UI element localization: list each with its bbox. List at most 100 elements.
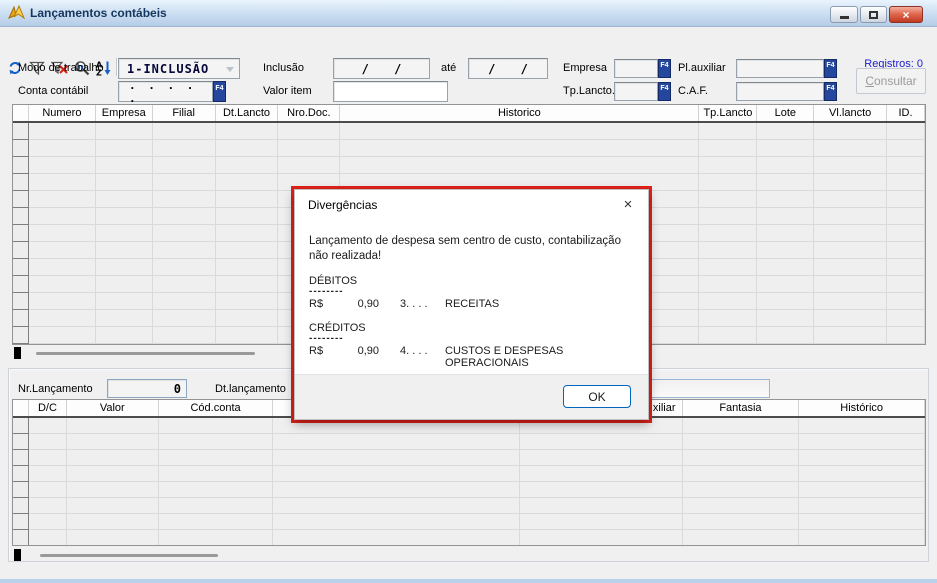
table-cell (153, 293, 216, 310)
caf-field[interactable] (736, 82, 824, 101)
table-row[interactable] (13, 140, 925, 157)
col-filial[interactable]: Filial (153, 105, 216, 121)
valor-item-field[interactable] (333, 81, 448, 102)
toolbar: n AZ Registros: 0 (0, 27, 937, 53)
inclusao-label: Inclusão (263, 62, 304, 74)
table-row[interactable] (13, 482, 925, 498)
app-window: Lançamentos contábeis × n AZ (0, 0, 937, 583)
row-selector-cell (13, 466, 29, 482)
table-cell (96, 327, 153, 344)
table-cell (96, 123, 153, 140)
date-from-field[interactable]: / / (333, 58, 430, 79)
date-to-field[interactable]: / / (468, 58, 548, 79)
consultar-button[interactable]: Consultar (856, 68, 926, 94)
col-id[interactable]: ID. (887, 105, 925, 121)
table-cell (96, 140, 153, 157)
table-cell (96, 157, 153, 174)
col-historico[interactable]: Historico (340, 105, 699, 121)
table-cell (216, 327, 279, 344)
col-numero[interactable]: Numero (29, 105, 96, 121)
modo-label: Modo de trabalho (18, 62, 104, 74)
empresa-f4-button[interactable]: F4 (658, 59, 671, 78)
table-cell (96, 310, 153, 327)
table-cell (887, 276, 925, 293)
row-selector-cell (13, 276, 29, 293)
table-cell (159, 482, 274, 498)
table-cell (29, 466, 67, 482)
dialog-footer: OK (295, 374, 648, 419)
table-cell (273, 530, 519, 546)
table-cell (887, 123, 925, 140)
caf-f4-button[interactable]: F4 (824, 82, 837, 101)
table-cell (159, 530, 274, 546)
table-cell (153, 310, 216, 327)
tp-lancto-field[interactable] (614, 82, 658, 101)
table-cell (29, 276, 96, 293)
horizontal-scrollbar[interactable] (36, 352, 255, 355)
minimize-button[interactable] (830, 6, 858, 23)
close-icon: × (902, 8, 909, 22)
horizontal-scrollbar[interactable] (40, 554, 218, 557)
pl-auxiliar-f4-button[interactable]: F4 (824, 59, 837, 78)
maximize-button[interactable] (860, 6, 887, 23)
table-row[interactable] (13, 514, 925, 530)
row-selector-cell (13, 450, 29, 466)
table-row[interactable] (13, 123, 925, 140)
table-cell (520, 434, 683, 450)
table-row[interactable] (13, 498, 925, 514)
col-historico[interactable]: Histórico (799, 400, 925, 416)
credit-row: R$ 0,90 4. . . . CUSTOS E DESPESAS OPERA… (295, 345, 648, 359)
tp-lancto-f4-button[interactable]: F4 (658, 82, 671, 101)
row-selector-cell (13, 310, 29, 327)
dialog-title: Divergências (308, 198, 377, 212)
table-cell (814, 157, 887, 174)
col-lote[interactable]: Lote (757, 105, 814, 121)
col-valor[interactable]: Valor (67, 400, 159, 416)
conta-field[interactable]: . . . . . (118, 81, 213, 102)
table-row[interactable] (13, 450, 925, 466)
col-dc[interactable]: D/C (29, 400, 67, 416)
col-dtlancto[interactable]: Dt.Lancto (216, 105, 279, 121)
table-row[interactable] (13, 466, 925, 482)
col-vllancto[interactable]: Vl.lancto (814, 105, 887, 121)
table-row[interactable] (13, 157, 925, 174)
col-empresa[interactable]: Empresa (96, 105, 153, 121)
table-cell (96, 293, 153, 310)
table-row[interactable] (13, 434, 925, 450)
empresa-field[interactable] (614, 59, 658, 78)
table-cell (216, 225, 279, 242)
col-tplancto[interactable]: Tp.Lancto (699, 105, 757, 121)
dt-lancamento-label: Dt.lançamento (215, 383, 286, 395)
table-cell (699, 174, 757, 191)
debit-account-name: RECEITAS (445, 298, 499, 310)
nr-lancamento-field[interactable]: 0 (107, 379, 187, 398)
table-cell (887, 327, 925, 344)
table-cell (757, 327, 814, 344)
table-cell (67, 482, 159, 498)
table-header: Numero Empresa Filial Dt.Lancto Nro.Doc.… (13, 105, 925, 123)
col-codconta[interactable]: Cód.conta (159, 400, 274, 416)
table-row[interactable] (13, 530, 925, 546)
table-cell (699, 276, 757, 293)
table-cell (683, 530, 800, 546)
table-cell (273, 498, 519, 514)
conta-f4-button[interactable]: F4 (213, 81, 226, 102)
maximize-icon (869, 11, 878, 19)
debit-value: 0,90 (339, 298, 379, 310)
pl-auxiliar-field[interactable] (736, 59, 824, 78)
minimize-icon (840, 16, 849, 19)
table-cell (814, 208, 887, 225)
modo-combobox[interactable]: 1-INCLUSÃO (118, 58, 240, 79)
table-cell (814, 327, 887, 344)
table-cell (799, 498, 925, 514)
table-cell (757, 208, 814, 225)
dialog-close-icon[interactable]: × (618, 194, 638, 214)
table-cell (814, 293, 887, 310)
col-fantasia[interactable]: Fantasia (683, 400, 800, 416)
table-cell (29, 514, 67, 530)
table-cell (159, 450, 274, 466)
close-button[interactable]: × (889, 6, 923, 23)
col-nrodoc[interactable]: Nro.Doc. (278, 105, 340, 121)
row-selector-cell (13, 191, 29, 208)
ok-button[interactable]: OK (563, 385, 631, 408)
